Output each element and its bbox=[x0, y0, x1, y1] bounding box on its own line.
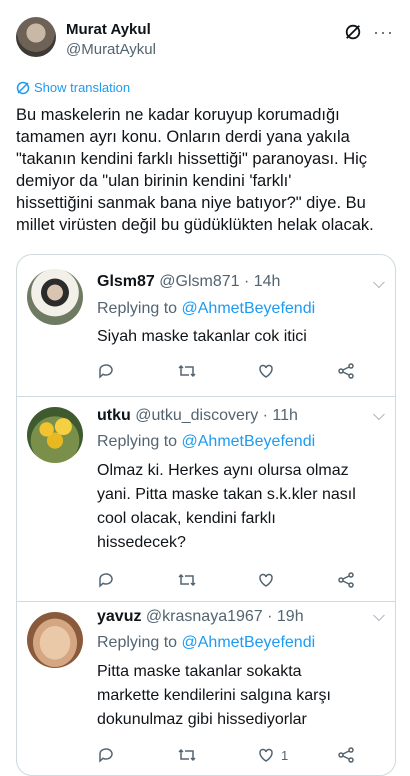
reply-text: Pitta maske takanlar sokakta markette ke… bbox=[97, 663, 331, 728]
share-icon[interactable] bbox=[337, 360, 355, 382]
reply-icon[interactable] bbox=[97, 569, 115, 591]
reply-divider bbox=[17, 396, 395, 397]
replying-to: Replying to @AhmetBeyefendi bbox=[97, 433, 316, 450]
reply-header: Glsm87 @Glsm871 · 14h bbox=[97, 273, 281, 290]
reply-avatar[interactable] bbox=[27, 269, 83, 325]
reply-icon[interactable] bbox=[97, 360, 115, 382]
retweet-icon[interactable] bbox=[177, 744, 197, 766]
reply-icon[interactable] bbox=[97, 744, 115, 766]
replying-to-handle[interactable]: @AhmetBeyefendi bbox=[182, 433, 316, 450]
show-translation-label: Show translation bbox=[34, 80, 131, 95]
replying-to-handle[interactable]: @AhmetBeyefendi bbox=[182, 300, 316, 317]
reply-time[interactable]: 11h bbox=[272, 407, 298, 424]
retweet-icon[interactable] bbox=[177, 360, 197, 382]
author-avatar[interactable] bbox=[16, 17, 56, 57]
replying-to: Replying to @AhmetBeyefendi bbox=[97, 634, 316, 651]
more-icon[interactable]: ··· bbox=[373, 23, 394, 41]
reply-header: utku @utku_discovery · 11h bbox=[97, 407, 298, 424]
show-translation-link[interactable]: Show translation bbox=[16, 80, 130, 95]
author-handle[interactable]: @MuratAykul bbox=[66, 41, 156, 58]
quoted-replies-card[interactable]: Glsm87 @Glsm871 · 14h ⌵ Replying to @Ahm… bbox=[16, 254, 396, 776]
replying-to: Replying to @AhmetBeyefendi bbox=[97, 300, 316, 317]
reply-handle[interactable]: @Glsm871 bbox=[159, 273, 239, 290]
like-icon[interactable]: 1 bbox=[257, 744, 288, 766]
share-icon[interactable] bbox=[337, 744, 355, 766]
reply-avatar[interactable] bbox=[27, 407, 83, 463]
reply-name[interactable]: Glsm87 bbox=[97, 273, 155, 290]
like-count: 1 bbox=[281, 747, 289, 763]
reply-actions bbox=[97, 360, 377, 382]
reply-actions bbox=[97, 569, 377, 591]
reply-name[interactable]: utku bbox=[97, 407, 131, 424]
grok-icon[interactable] bbox=[344, 23, 362, 41]
reply-name[interactable]: yavuz bbox=[97, 608, 141, 625]
reply-handle[interactable]: @utku_discovery bbox=[135, 407, 258, 424]
tweet-header: Murat Aykul @MuratAykul ··· bbox=[16, 17, 394, 65]
reply-text: Olmaz ki. Herkes aynı olursa olmaz yani.… bbox=[97, 462, 356, 551]
reply-avatar[interactable] bbox=[27, 612, 83, 668]
reply-header: yavuz @krasnaya1967 · 19h bbox=[97, 608, 304, 625]
chevron-down-icon[interactable]: ⌵ bbox=[373, 608, 385, 626]
author-name[interactable]: Murat Aykul bbox=[66, 21, 151, 38]
chevron-down-icon[interactable]: ⌵ bbox=[373, 275, 385, 293]
replying-to-handle[interactable]: @AhmetBeyefendi bbox=[182, 634, 316, 651]
chevron-down-icon[interactable]: ⌵ bbox=[373, 407, 385, 425]
share-icon[interactable] bbox=[337, 569, 355, 591]
reply-divider bbox=[17, 601, 395, 602]
translate-icon bbox=[16, 81, 30, 94]
reply-handle[interactable]: @krasnaya1967 bbox=[146, 608, 263, 625]
reply-time[interactable]: 19h bbox=[277, 608, 304, 625]
reply-text: Siyah maske takanlar cok itici bbox=[97, 328, 307, 345]
like-icon[interactable] bbox=[257, 360, 281, 382]
reply-actions: 1 bbox=[97, 744, 377, 766]
like-icon[interactable] bbox=[257, 569, 281, 591]
reply-time[interactable]: 14h bbox=[254, 273, 281, 290]
retweet-icon[interactable] bbox=[177, 569, 197, 591]
tweet-text: Bu maskelerin ne kadar koruyup korumadığ… bbox=[16, 106, 374, 234]
